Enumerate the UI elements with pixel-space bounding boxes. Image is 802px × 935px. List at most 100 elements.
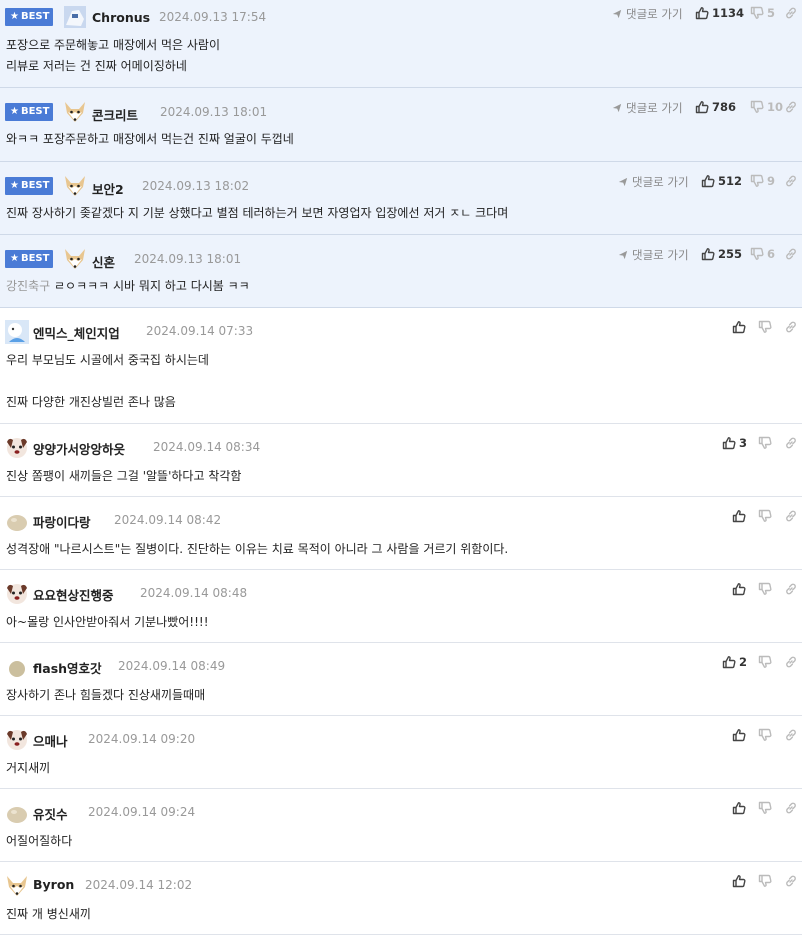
upvote-button[interactable] xyxy=(732,801,746,815)
upvote-button[interactable]: 255 xyxy=(701,247,742,261)
permalink-button[interactable] xyxy=(784,174,798,188)
fox-avatar xyxy=(63,174,87,198)
dog-avatar-icon xyxy=(5,582,29,606)
downvote-button[interactable]: 6 xyxy=(750,247,775,261)
comment-author[interactable]: 으매나 xyxy=(33,731,68,750)
downvote-button[interactable] xyxy=(758,801,772,815)
comment: Byron 2024.09.14 12:02 진짜 개 병신새끼 xyxy=(0,862,802,935)
comment-date: 2024.09.14 07:33 xyxy=(146,324,254,338)
downvote-button[interactable] xyxy=(758,582,772,596)
permalink-button[interactable] xyxy=(784,655,798,669)
comment-text: 포장으로 주문해놓고 매장에서 먹은 사람이 리뷰로 저러는 건 진짜 어메이징… xyxy=(6,38,220,73)
permalink-button[interactable] xyxy=(784,874,798,888)
best-badge-label: BEST xyxy=(20,106,50,117)
upvote-button[interactable] xyxy=(732,582,746,596)
comment-author[interactable]: 양양가서앙앙하읏 xyxy=(33,439,125,458)
dog-avatar-icon xyxy=(5,728,29,752)
comment-author[interactable]: Chronus xyxy=(92,10,150,25)
comment-author[interactable]: Byron xyxy=(33,877,74,892)
upvote-count: 1134 xyxy=(712,6,745,20)
comment-author[interactable]: 엔믹스_체인지업 xyxy=(33,323,120,342)
thumbs-down-icon xyxy=(758,582,772,596)
permalink-button[interactable] xyxy=(784,801,798,815)
dog-avatar xyxy=(5,582,29,606)
reply-link[interactable]: 댓글로 가기 xyxy=(612,100,683,116)
permalink-button[interactable] xyxy=(784,436,798,450)
comment-author[interactable]: flash영호갓 xyxy=(33,658,102,677)
comment-date: 2024.09.13 17:54 xyxy=(159,10,267,24)
downvote-button[interactable] xyxy=(758,728,772,742)
permalink-button[interactable] xyxy=(784,100,798,114)
comment: 요요현상진행중 2024.09.14 08:48 아~몰랑 인사안받아줘서 기분나빴… xyxy=(0,570,802,643)
upvote-count: 2 xyxy=(739,655,748,669)
downvote-button[interactable] xyxy=(758,874,772,888)
comment: 으매나 2024.09.14 09:20 거지새끼 xyxy=(0,716,802,789)
thumbs-up-icon xyxy=(732,320,746,334)
reply-link[interactable]: 댓글로 가기 xyxy=(618,247,689,263)
comment-author[interactable]: 파랑이다랑 xyxy=(33,512,91,531)
downvote-button[interactable] xyxy=(758,655,772,669)
downvote-button[interactable] xyxy=(758,320,772,334)
downvote-button[interactable] xyxy=(758,509,772,523)
reply-link[interactable]: 댓글로 가기 xyxy=(612,6,683,22)
link-icon xyxy=(784,247,798,261)
reply-arrow-icon xyxy=(612,9,622,19)
thumbs-up-icon xyxy=(732,582,746,596)
upvote-button[interactable]: 2 xyxy=(722,655,747,669)
permalink-button[interactable] xyxy=(784,582,798,596)
downvote-button[interactable] xyxy=(758,436,772,450)
comment-author[interactable]: 유짓수 xyxy=(33,804,68,823)
star-icon: ★ xyxy=(10,106,19,117)
comment-date: 2024.09.14 08:42 xyxy=(114,513,222,527)
permalink-button[interactable] xyxy=(784,247,798,261)
upvote-count: 255 xyxy=(718,247,743,261)
comment-text: 장사하기 존나 힘들겠다 진상새끼들때매 xyxy=(6,688,206,702)
reply-link[interactable]: 댓글로 가기 xyxy=(618,174,689,190)
upvote-button[interactable] xyxy=(732,320,746,334)
reply-arrow-icon xyxy=(618,250,628,260)
downvote-button[interactable]: 10 xyxy=(750,100,783,114)
comment-author[interactable]: 보안2 xyxy=(92,179,124,198)
best-badge: ★ BEST xyxy=(5,103,53,121)
best-comment: ★ BEST Chronus 2024.09.13 17:54 포장으로 주문해놓고 매… xyxy=(0,0,802,88)
thumbs-down-icon xyxy=(758,874,772,888)
comment-author[interactable]: 신혼 xyxy=(92,252,115,271)
upvote-button[interactable]: 512 xyxy=(701,174,742,188)
best-comment: ★ BEST 신혼 2024.09.13 18:01 강진축구 ㄹㅇㅋㅋㅋ 시바 뭐지 … xyxy=(0,235,802,308)
comment-body: 진짜 장사하기 좆같겠다 지 기분 상했다고 별점 테러하는거 보면 자영업자 … xyxy=(6,203,508,224)
permalink-button[interactable] xyxy=(784,320,798,334)
robot-avatar xyxy=(63,5,87,29)
comment-text: 진짜 개 병신새끼 xyxy=(6,907,91,921)
upvote-button[interactable] xyxy=(732,728,746,742)
best-badge-label: BEST xyxy=(20,180,50,191)
comment-author[interactable]: 콘크리트 xyxy=(92,105,138,124)
reply-arrow-icon xyxy=(618,177,628,187)
best-badge: ★ BEST xyxy=(5,177,53,195)
comment-body: 포장으로 주문해놓고 매장에서 먹은 사람이 리뷰로 저러는 건 진짜 어메이징… xyxy=(6,35,220,77)
thumbs-down-icon xyxy=(750,247,764,261)
link-icon xyxy=(784,436,798,450)
permalink-button[interactable] xyxy=(784,509,798,523)
thumbs-up-icon xyxy=(701,174,715,188)
upvote-button[interactable] xyxy=(732,509,746,523)
downvote-button[interactable]: 5 xyxy=(750,6,775,20)
downvote-button[interactable]: 9 xyxy=(750,174,775,188)
upvote-count: 3 xyxy=(739,436,748,450)
link-icon xyxy=(784,582,798,596)
reply-link-label: 댓글로 가기 xyxy=(626,7,683,21)
comment-author[interactable]: 요요현상진행중 xyxy=(33,585,114,604)
mention-prefix: 강진축구 xyxy=(6,279,51,293)
link-icon xyxy=(784,801,798,815)
star-icon: ★ xyxy=(10,253,19,264)
upvote-button[interactable]: 3 xyxy=(722,436,747,450)
comment-date: 2024.09.14 09:20 xyxy=(88,732,196,746)
permalink-button[interactable] xyxy=(784,6,798,20)
upvote-button[interactable]: 786 xyxy=(695,100,736,114)
permalink-button[interactable] xyxy=(784,728,798,742)
link-icon xyxy=(784,509,798,523)
fox-avatar-icon xyxy=(5,874,29,898)
comment-text: 와ㅋㅋ 포장주문하고 매장에서 먹는건 진짜 얼굴이 두껍네 xyxy=(6,132,294,146)
star-icon: ★ xyxy=(10,180,19,191)
upvote-button[interactable]: 1134 xyxy=(695,6,744,20)
upvote-button[interactable] xyxy=(732,874,746,888)
